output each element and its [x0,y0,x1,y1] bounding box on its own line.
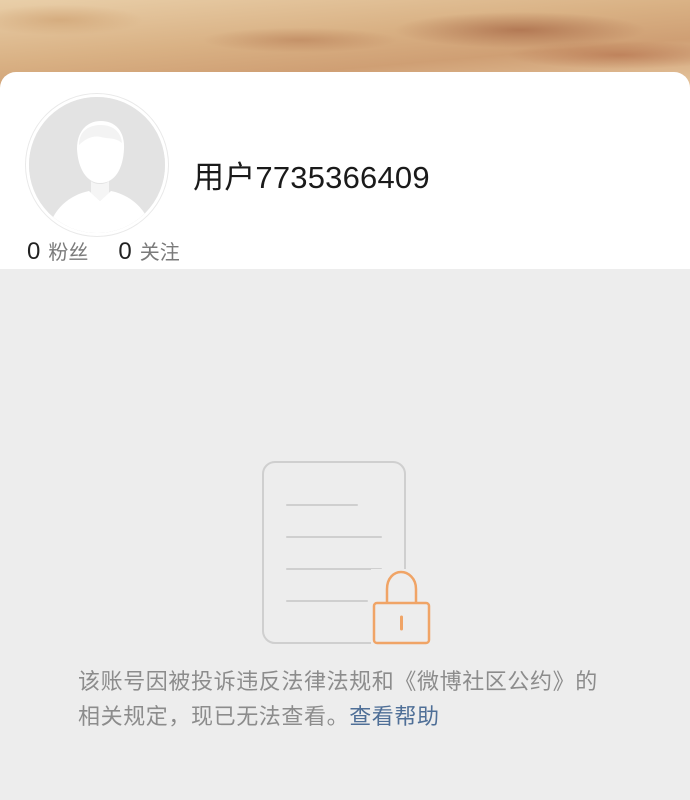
following-stat[interactable]: 0 关注 [118,236,179,266]
following-count: 0 [118,238,132,265]
help-link[interactable]: 查看帮助 [349,705,439,730]
fans-count: 0 [27,238,41,265]
default-avatar-icon[interactable] [26,94,168,236]
username: 用户7735366409 [193,160,430,195]
profile-stats: 0 粉丝 0 关注 [27,236,210,266]
fans-label: 粉丝 [48,240,89,264]
fans-stat[interactable]: 0 粉丝 [27,236,88,266]
blocked-message-text: 该账号因被投诉违反法律法规和《微博社区公约》的相关规定，现已无法查看。 [78,670,598,730]
lock-icon [371,569,431,645]
following-label: 关注 [139,240,180,264]
account-blocked-notice: 该账号因被投诉违反法律法规和《微博社区公约》的相关规定，现已无法查看。查看帮助 [0,269,690,800]
document-icon [259,459,437,649]
blocked-message: 该账号因被投诉违反法律法规和《微博社区公约》的相关规定，现已无法查看。查看帮助 [78,665,618,735]
